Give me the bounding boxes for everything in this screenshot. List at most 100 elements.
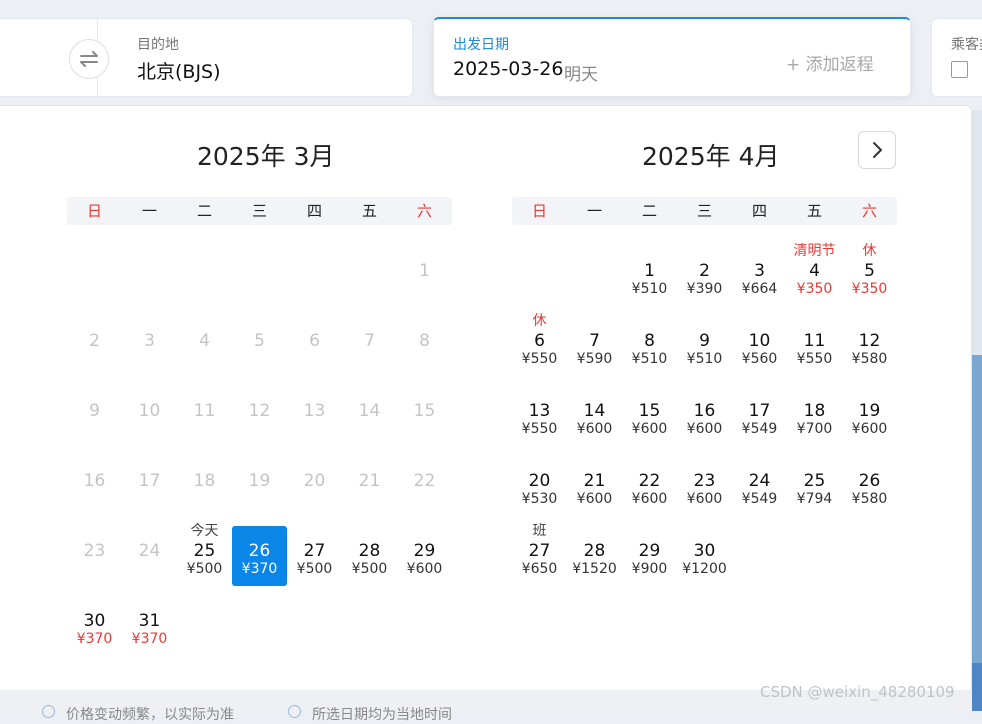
- day-number: 27: [303, 541, 326, 561]
- day-price: ¥500: [296, 561, 333, 577]
- destination-field[interactable]: 目的地 北京(BJS): [0, 18, 413, 98]
- calendar-day[interactable]: 14 ¥600: [567, 386, 622, 446]
- day-number: 17: [748, 401, 771, 421]
- weekday-label: 二: [641, 202, 657, 220]
- info-icon: [42, 705, 55, 718]
- day-number: 28: [583, 541, 606, 561]
- calendar-day[interactable]: 10 ¥560: [732, 316, 787, 376]
- calendar-day[interactable]: 15 ¥600: [622, 386, 677, 446]
- day-number: 28: [358, 541, 381, 561]
- day-price: ¥1520: [572, 561, 617, 577]
- day-number: 15: [638, 401, 661, 421]
- calendar-day[interactable]: 8 ¥510: [622, 316, 677, 376]
- calendar-day: 22: [397, 456, 452, 516]
- day-number: 23: [693, 471, 716, 491]
- calendar-day[interactable]: 1 ¥510: [622, 246, 677, 306]
- calendar-day-selected[interactable]: 26 ¥370: [232, 526, 287, 586]
- calendar-day[interactable]: 18 ¥700: [787, 386, 842, 446]
- calendar-day: 12: [232, 386, 287, 446]
- calendar-day[interactable]: 11 ¥550: [787, 316, 842, 376]
- calendar-day[interactable]: 30 ¥1200: [677, 526, 732, 586]
- day-price: ¥600: [406, 561, 443, 577]
- day-number: 8: [644, 331, 655, 351]
- calendar-day[interactable]: 22 ¥600: [622, 456, 677, 516]
- day-number: 3: [144, 331, 155, 351]
- calendar-day[interactable]: 9 ¥510: [677, 316, 732, 376]
- calendar-day[interactable]: 7 ¥590: [567, 316, 622, 376]
- day-number: 12: [858, 331, 881, 351]
- day-number: 16: [83, 471, 106, 491]
- calendar-day: 15: [397, 386, 452, 446]
- day-number: 12: [248, 401, 271, 421]
- weekday-label: 日: [86, 202, 102, 220]
- departure-date-value[interactable]: 2025-03-26: [453, 58, 563, 80]
- day-number: 7: [589, 331, 600, 351]
- destination-value[interactable]: 北京(BJS): [137, 57, 221, 84]
- calendar-day[interactable]: 13 ¥550: [512, 386, 567, 446]
- calendar-day[interactable]: 29 ¥900: [622, 526, 677, 586]
- calendar-day: 11: [177, 386, 232, 446]
- day-tag: 休: [862, 243, 877, 259]
- weekday-label: 三: [251, 202, 267, 220]
- calendar-day[interactable]: 班 27 ¥650: [512, 523, 567, 586]
- day-number: 31: [138, 611, 161, 631]
- day-number: 11: [803, 331, 826, 351]
- add-return-button[interactable]: + 添加返程: [786, 50, 874, 75]
- calendar-day[interactable]: 16 ¥600: [677, 386, 732, 446]
- day-tag: 清明节: [793, 243, 836, 259]
- next-month-button[interactable]: [858, 131, 896, 169]
- departure-date-field[interactable]: 出发日期 2025-03-26 明天 + 添加返程: [433, 17, 911, 97]
- day-price: ¥530: [521, 491, 558, 507]
- passenger-type-field[interactable]: 乘客类型: [931, 18, 982, 97]
- calendar-day: 10: [122, 386, 177, 446]
- calendar-day: 17: [122, 456, 177, 516]
- calendar-day[interactable]: 26 ¥580: [842, 456, 897, 516]
- calendar-day: 6: [287, 316, 342, 376]
- calendar-day[interactable]: 19 ¥600: [842, 386, 897, 446]
- weekday-label: 三: [696, 202, 712, 220]
- calendar-day[interactable]: 29 ¥600: [397, 526, 452, 586]
- day-price: ¥600: [686, 421, 723, 437]
- day-price: ¥510: [631, 351, 668, 367]
- calendar-day[interactable]: 25 ¥794: [787, 456, 842, 516]
- day-price: ¥550: [521, 351, 558, 367]
- day-number: 6: [534, 331, 545, 351]
- day-number: 20: [528, 471, 551, 491]
- calendar-day[interactable]: 今天 25 ¥500: [177, 523, 232, 586]
- calendar-day[interactable]: 17 ¥549: [732, 386, 787, 446]
- calendar-day[interactable]: 28 ¥1520: [567, 526, 622, 586]
- calendar-day[interactable]: 28 ¥500: [342, 526, 397, 586]
- day-number: 13: [528, 401, 551, 421]
- calendar-day[interactable]: 2 ¥390: [677, 246, 732, 306]
- day-price: ¥500: [351, 561, 388, 577]
- swap-cities-button[interactable]: [69, 39, 109, 79]
- weekday-label: 五: [806, 202, 822, 220]
- weekday-label: 一: [586, 202, 602, 220]
- calendar-day[interactable]: 31 ¥370: [122, 596, 177, 656]
- day-number: 9: [89, 401, 100, 421]
- weekday-label: 五: [361, 202, 377, 220]
- day-number: 1: [644, 261, 655, 281]
- calendar-day[interactable]: 27 ¥500: [287, 526, 342, 586]
- calendar-day: 16: [67, 456, 122, 516]
- calendar-day[interactable]: 休 5 ¥350: [842, 243, 897, 306]
- calendar-day: 7: [342, 316, 397, 376]
- day-number: 6: [309, 331, 320, 351]
- destination-label: 目的地: [137, 37, 179, 53]
- calendar-day: 14: [342, 386, 397, 446]
- day-price: ¥650: [521, 561, 558, 577]
- day-price: ¥580: [851, 351, 888, 367]
- passenger-checkbox[interactable]: [951, 61, 968, 78]
- calendar-day[interactable]: 24 ¥549: [732, 456, 787, 516]
- calendar-day[interactable]: 休 6 ¥550: [512, 313, 567, 376]
- day-number: 10: [748, 331, 771, 351]
- calendar-day[interactable]: 3 ¥664: [732, 246, 787, 306]
- calendar-day[interactable]: 21 ¥600: [567, 456, 622, 516]
- calendar-day[interactable]: 12 ¥580: [842, 316, 897, 376]
- day-price: ¥600: [576, 491, 613, 507]
- calendar-day[interactable]: 清明节 4 ¥350: [787, 243, 842, 306]
- calendar-day[interactable]: 23 ¥600: [677, 456, 732, 516]
- calendar-day[interactable]: 20 ¥530: [512, 456, 567, 516]
- chevron-right-icon: [873, 142, 882, 158]
- calendar-day[interactable]: 30 ¥370: [67, 596, 122, 656]
